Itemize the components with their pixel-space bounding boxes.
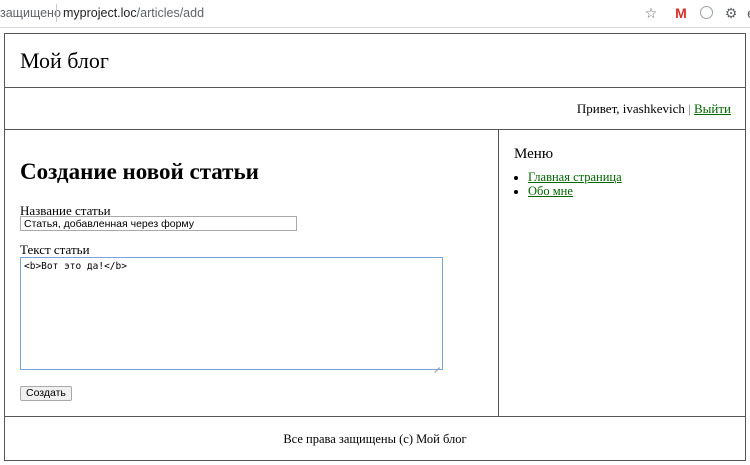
text-label: Текст статьи [20, 242, 90, 257]
menu-title: Меню [514, 146, 554, 162]
resize-handle[interactable] [433, 361, 441, 369]
logout-link[interactable]: Выйти [694, 101, 731, 116]
url-path: /articles/add [136, 6, 205, 20]
text-textarea[interactable]: <b>Вот это да!</b> [20, 257, 443, 370]
extension-icon[interactable] [697, 4, 715, 22]
sidebar: Меню Главная страница Обо мне [500, 130, 745, 416]
main-content: Создание новой статьи Название статьи Те… [5, 130, 499, 416]
user-bar: Привет, ivashkevich | Выйти [5, 88, 745, 130]
gmail-icon[interactable]: M [672, 4, 690, 22]
url-host: myproject.loc [63, 6, 137, 20]
user-info: Привет, ivashkevich | Выйти [577, 101, 731, 117]
star-icon[interactable]: ☆ [642, 4, 660, 22]
site-header: Мой блог [5, 34, 745, 88]
title-input[interactable] [20, 216, 297, 231]
page-title: Создание новой статьи [20, 159, 259, 184]
site-title: Мой блог [20, 48, 109, 73]
gear-icon[interactable]: ⚙ [722, 4, 740, 22]
secure-label: защищено [0, 6, 61, 20]
footer-text: Все права защищены (c) Мой блог [283, 432, 467, 446]
menu-item: Главная страница [528, 170, 622, 184]
create-button[interactable]: Создать [20, 386, 72, 401]
menu-item: Обо мне [528, 184, 622, 198]
user-divider: | [688, 101, 691, 116]
menu-link-home[interactable]: Главная страница [528, 170, 622, 184]
menu-list: Главная страница Обо мне [514, 170, 622, 198]
menu-icon[interactable]: e [742, 4, 750, 22]
browser-address-bar: защищено myproject.loc/articles/add ☆ M … [0, 0, 750, 28]
url-field[interactable]: myproject.loc/articles/add [63, 6, 204, 20]
address-separator [56, 4, 57, 22]
page: Мой блог Привет, ivashkevich | Выйти Соз… [4, 33, 746, 461]
greeting-text: Привет, ivashkevich [576, 101, 685, 116]
site-footer: Все права защищены (c) Мой блог [5, 416, 745, 460]
menu-link-about[interactable]: Обо мне [528, 184, 573, 198]
